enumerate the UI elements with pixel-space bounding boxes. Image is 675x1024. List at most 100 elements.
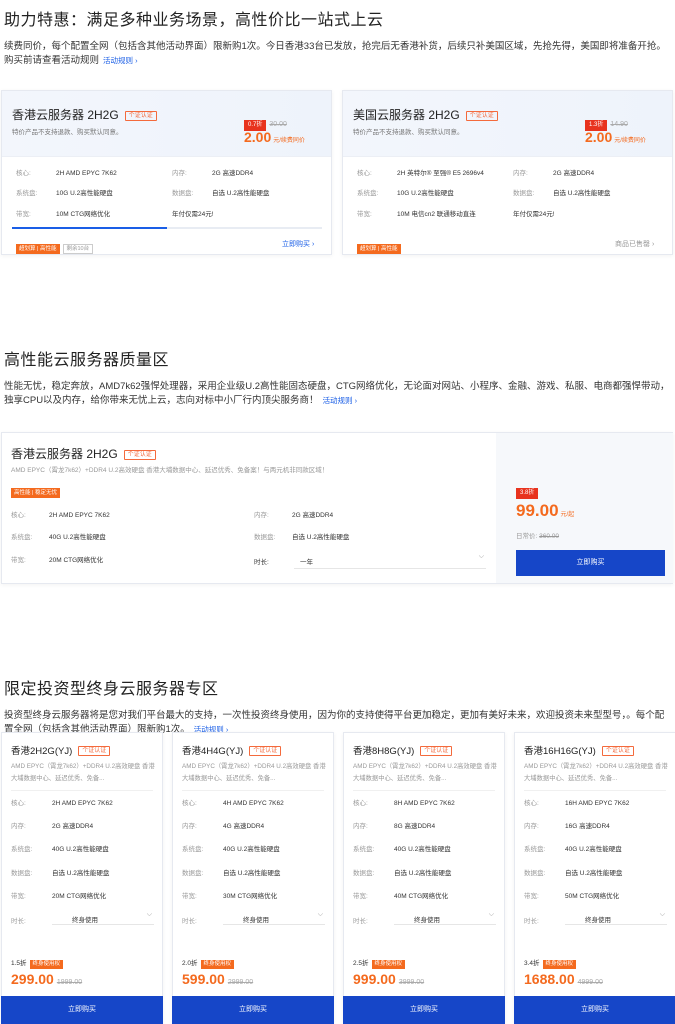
buy-now-button[interactable]: 立即购买 bbox=[172, 996, 334, 1024]
spec-data-disk: 数据盘: 自选 U.2高性能硬盘 bbox=[172, 190, 270, 197]
spec-data-disk: 数据盘: 自选 U.2高性能硬盘 bbox=[353, 870, 452, 877]
price-unit: 元/续费同价 bbox=[614, 138, 646, 144]
stock-tag: 剩余10台 bbox=[62, 244, 94, 254]
rules-link[interactable]: 活动规则 › bbox=[103, 56, 138, 65]
spec-bandwidth: 带宽: 10M 电信cn2 联通移动直连 bbox=[357, 211, 476, 218]
auth-tag: 个证认证 bbox=[420, 746, 453, 757]
duration-select[interactable]: 终身使用 ⌵ bbox=[223, 909, 325, 925]
product-note: 特价产品不支持退款、购买默认同意。 bbox=[353, 129, 464, 136]
auth-tag: 个证认证 bbox=[601, 746, 634, 757]
duration-select[interactable]: 终身使用 ⌵ bbox=[394, 909, 496, 925]
feature-tag: 超划算 | 高性能 bbox=[16, 244, 60, 254]
feature-tag: 超划算 | 高性能 bbox=[357, 244, 401, 254]
duration-label: 时长: bbox=[353, 918, 368, 925]
price: 1688.00 bbox=[524, 971, 575, 987]
spec-mem: 内存: 4G 高速DDR4 bbox=[182, 823, 265, 830]
buy-now-button[interactable]: 立即购买 bbox=[514, 996, 675, 1024]
section1-title: 助力特惠：满足多种业务场景，高性价比一站式上云 bbox=[4, 12, 384, 29]
spec-bandwidth: 带宽: 50M CTG网络优化 bbox=[524, 893, 620, 900]
product-name: 香港16H16G(YJ) 个证认证 bbox=[524, 743, 634, 757]
lifetime-card: 香港2H2G(YJ) 个证认证 AMD EPYC（霄龙7k62）+DDR4 U.2… bbox=[1, 732, 163, 1024]
auth-tag: 个证认证 bbox=[124, 110, 157, 121]
lifetime-card: 香港8H8G(YJ) 个证认证 AMD EPYC（霄龙7k62）+DDR4 U.2… bbox=[343, 732, 505, 1024]
spec-extra: 年付仅需24元! bbox=[172, 211, 214, 218]
spec-cpu: 核心: 2H 英特尔® 至强® E5 2696v4 bbox=[357, 170, 484, 177]
product-name: 香港云服务器 2H2G 个证认证 bbox=[12, 106, 157, 123]
spec-extra: 年付仅需24元! bbox=[513, 211, 555, 218]
section2-title: 高性能云服务器质量区 bbox=[4, 352, 170, 369]
duration-select[interactable]: 终身使用 ⌵ bbox=[565, 909, 667, 925]
product-desc: AMD EPYC（霄龙7k62）+DDR4 U.2高效硬盘 香港大埔数据中心、延… bbox=[11, 763, 155, 782]
sold-out-link[interactable]: 商品已售罄 › bbox=[615, 239, 654, 249]
product-desc: AMD EPYC（霄龙7k62）+DDR4 U.2高效硬盘 香港大埔数据中心、延… bbox=[524, 763, 668, 782]
chevron-down-icon: ⌵ bbox=[146, 911, 152, 918]
section2-desc: 性能无忧，稳定奔放，AMD7k62强悍处理器，采用企业级U.2高性能固态硬盘，C… bbox=[4, 381, 670, 406]
divider bbox=[524, 790, 666, 791]
buy-now-link[interactable]: 立即购买 › bbox=[282, 239, 314, 249]
duration-select[interactable]: 一年 ⌵ bbox=[294, 551, 486, 569]
buy-now-button[interactable]: 立即购买 bbox=[1, 996, 163, 1024]
price: 299.00 bbox=[11, 971, 54, 987]
price: 2.00 bbox=[585, 129, 613, 145]
chevron-down-icon: ⌵ bbox=[488, 911, 494, 918]
discount-badge: 3.8折 bbox=[516, 488, 539, 499]
spec-mem: 内存: 2G 高速DDR4 bbox=[254, 512, 334, 519]
chevron-down-icon: ⌵ bbox=[659, 911, 665, 918]
spec-cpu: 核心: 4H AMD EPYC 7K62 bbox=[182, 800, 284, 807]
auth-tag: 个证认证 bbox=[78, 746, 111, 757]
discount-label: 2.0折 bbox=[182, 960, 198, 967]
price-unit: 元/续费同价 bbox=[273, 138, 305, 144]
spec-sys-disk: 系统盘: 10G U.2高性能硬盘 bbox=[16, 190, 113, 197]
price-panel: 3.8折 99.00 元/起 日常价: 360.00 立即购买 bbox=[496, 433, 673, 583]
spec-sys-disk: 系统盘: 40G U.2高性能硬盘 bbox=[182, 846, 280, 853]
spec-bandwidth: 带宽: 20M CTG网络优化 bbox=[11, 557, 104, 564]
lifetime-card: 香港4H4G(YJ) 个证认证 AMD EPYC（霄龙7k62）+DDR4 U.2… bbox=[172, 732, 334, 1024]
buy-now-button[interactable]: 立即购买 bbox=[343, 996, 505, 1024]
auth-tag: 个证认证 bbox=[465, 110, 498, 121]
stock-progress-bar bbox=[12, 227, 322, 229]
product-name: 香港云服务器 2H2G 个证认证 bbox=[11, 445, 156, 462]
divider bbox=[353, 790, 495, 791]
spec-cpu: 核心: 16H AMD EPYC 7K62 bbox=[524, 800, 630, 807]
duration-label: 时长: bbox=[182, 918, 197, 925]
duration-label: 时长: bbox=[11, 918, 26, 925]
product-name: 香港2H2G(YJ) 个证认证 bbox=[11, 743, 111, 757]
auth-tag: 个证认证 bbox=[249, 746, 282, 757]
original-price: 3999.00 bbox=[398, 979, 425, 986]
price-unit: 元/起 bbox=[560, 512, 575, 518]
buy-now-button[interactable]: 立即购买 bbox=[516, 550, 665, 576]
duration-label: 时长: bbox=[524, 918, 539, 925]
spec-cpu: 核心: 8H AMD EPYC 7K62 bbox=[353, 800, 455, 807]
lifetime-card: 香港16H16G(YJ) 个证认证 AMD EPYC（霄龙7k62）+DDR4 U… bbox=[514, 732, 675, 1024]
daily-price: 360.00 bbox=[539, 533, 560, 540]
price: 599.00 bbox=[182, 971, 225, 987]
duration-select[interactable]: 终身使用 ⌵ bbox=[52, 909, 154, 925]
spec-mem: 内存: 2G 高速DDR4 bbox=[11, 823, 94, 830]
spec-sys-disk: 系统盘: 40G U.2高性能硬盘 bbox=[11, 846, 109, 853]
product-name: 香港4H4G(YJ) 个证认证 bbox=[182, 743, 282, 757]
product-name: 美国云服务器 2H2G 个证认证 bbox=[353, 106, 498, 123]
original-price: 2999.00 bbox=[227, 979, 254, 986]
spec-cpu: 核心: 2H AMD EPYC 7K62 bbox=[16, 170, 117, 177]
price: 999.00 bbox=[353, 971, 396, 987]
lifetime-tag: 终身使用权 bbox=[200, 960, 235, 969]
spec-data-disk: 数据盘: 自选 U.2高性能硬盘 bbox=[254, 534, 350, 541]
section3-title: 限定投资型终身云服务器专区 bbox=[4, 681, 219, 698]
offer-card-hk: 香港云服务器 2H2G 个证认证 特价产品不支持退款、购买默认同意。 0.7折 30… bbox=[1, 90, 332, 255]
price: 2.00 bbox=[244, 129, 272, 145]
rules-link[interactable]: 活动规则 › bbox=[323, 396, 358, 405]
spec-cpu: 核心: 2H AMD EPYC 7K62 bbox=[11, 512, 110, 519]
chevron-down-icon: ⌵ bbox=[317, 911, 323, 918]
lifetime-tag: 终身使用权 bbox=[542, 960, 577, 969]
spec-bandwidth: 带宽: 30M CTG网络优化 bbox=[182, 893, 278, 900]
spec-sys-disk: 系统盘: 40G U.2高性能硬盘 bbox=[11, 534, 106, 541]
chevron-down-icon: ⌵ bbox=[478, 553, 484, 560]
discount-label: 2.5折 bbox=[353, 960, 369, 967]
offer-card-us: 美国云服务器 2H2G 个证认证 特价产品不支持退款、购买默认同意。 1.3折 14… bbox=[342, 90, 673, 255]
spec-cpu: 核心: 2H AMD EPYC 7K62 bbox=[11, 800, 113, 807]
product-desc: AMD EPYC（霄龙7k62）+DDR4 U.2高效硬盘 香港大埔数据中心、延… bbox=[11, 467, 329, 474]
spec-sys-disk: 系统盘: 10G U.2高性能硬盘 bbox=[357, 190, 454, 197]
spec-mem: 内存: 2G 高速DDR4 bbox=[513, 170, 595, 177]
spec-mem: 内存: 2G 高速DDR4 bbox=[172, 170, 254, 177]
product-name: 香港8H8G(YJ) 个证认证 bbox=[353, 743, 453, 757]
